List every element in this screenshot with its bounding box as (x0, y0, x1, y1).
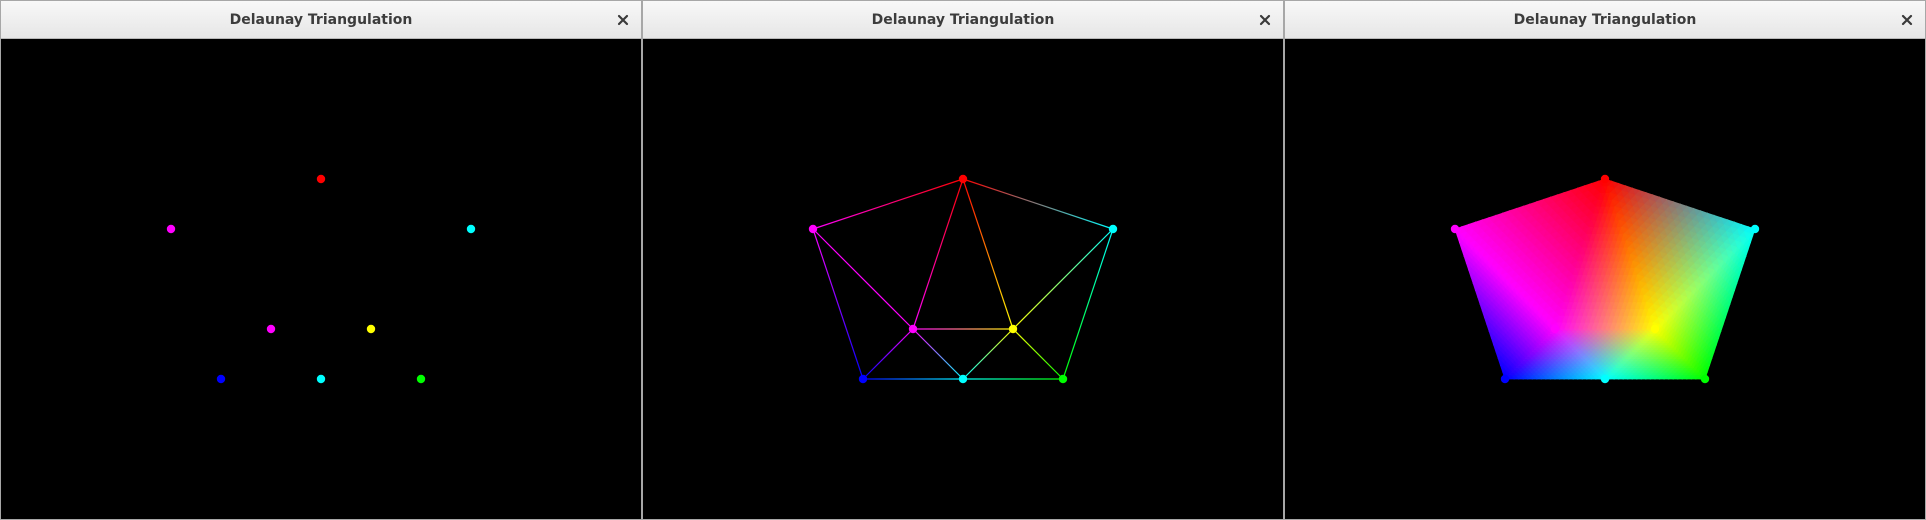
shaded-mesh (1454, 177, 1756, 380)
triangulation-canvas-filled (1285, 39, 1925, 519)
vertex-point (1550, 324, 1560, 334)
vertex-point (1700, 374, 1710, 384)
window-1: Delaunay Triangulation (0, 0, 642, 520)
close-icon (1901, 14, 1913, 26)
vertex-point (858, 374, 868, 384)
title-bar[interactable]: Delaunay Triangulation (643, 1, 1283, 39)
triangulation-edge (812, 178, 964, 230)
triangulation-edge (862, 328, 914, 380)
window-title: Delaunay Triangulation (1513, 12, 1697, 28)
window-3: Delaunay Triangulation (1284, 0, 1926, 520)
vertex-point (958, 374, 968, 384)
vertex-point (1058, 374, 1068, 384)
triangulation-canvas-points (1, 39, 641, 519)
vertex-point (1008, 324, 1018, 334)
close-button[interactable] (611, 8, 635, 32)
triangulation-edge (1062, 228, 1114, 380)
window-title: Delaunay Triangulation (229, 12, 413, 28)
title-bar[interactable]: Delaunay Triangulation (1, 1, 641, 39)
vertex-point (1450, 224, 1460, 234)
triangulation-canvas-wireframe (643, 39, 1283, 519)
vertex-point (216, 374, 226, 384)
triangulation-edge (912, 328, 964, 380)
triangulation-edge (962, 328, 1014, 380)
vertex-point (808, 224, 818, 234)
vertex-point (1650, 324, 1660, 334)
vertex-point (958, 174, 968, 184)
window-title: Delaunay Triangulation (871, 12, 1055, 28)
triangulation-edge (1012, 228, 1114, 330)
vertex-point (908, 324, 918, 334)
triangulation-edge (812, 228, 914, 330)
close-icon (617, 14, 629, 26)
vertex-point (416, 374, 426, 384)
title-bar[interactable]: Delaunay Triangulation (1285, 1, 1925, 39)
vertex-point (466, 224, 476, 234)
close-button[interactable] (1253, 8, 1277, 32)
triangulation-edge (962, 178, 1114, 230)
close-icon (1259, 14, 1271, 26)
triangulation-edge (1012, 328, 1064, 380)
vertex-point (1750, 224, 1760, 234)
window-2: Delaunay Triangulation (642, 0, 1284, 520)
triangulation-edge (812, 228, 864, 380)
vertex-point (366, 324, 376, 334)
vertex-point (1600, 174, 1610, 184)
windows-container: Delaunay Triangulation Delaunay Triangula… (0, 0, 1926, 520)
vertex-point (166, 224, 176, 234)
vertex-point (266, 324, 276, 334)
vertex-point (316, 374, 326, 384)
vertex-point (316, 174, 326, 184)
close-button[interactable] (1895, 8, 1919, 32)
vertex-point (1500, 374, 1510, 384)
vertex-point (1108, 224, 1118, 234)
triangulation-edge (962, 178, 1014, 330)
vertex-point (1600, 374, 1610, 384)
triangulation-edge (912, 178, 964, 330)
